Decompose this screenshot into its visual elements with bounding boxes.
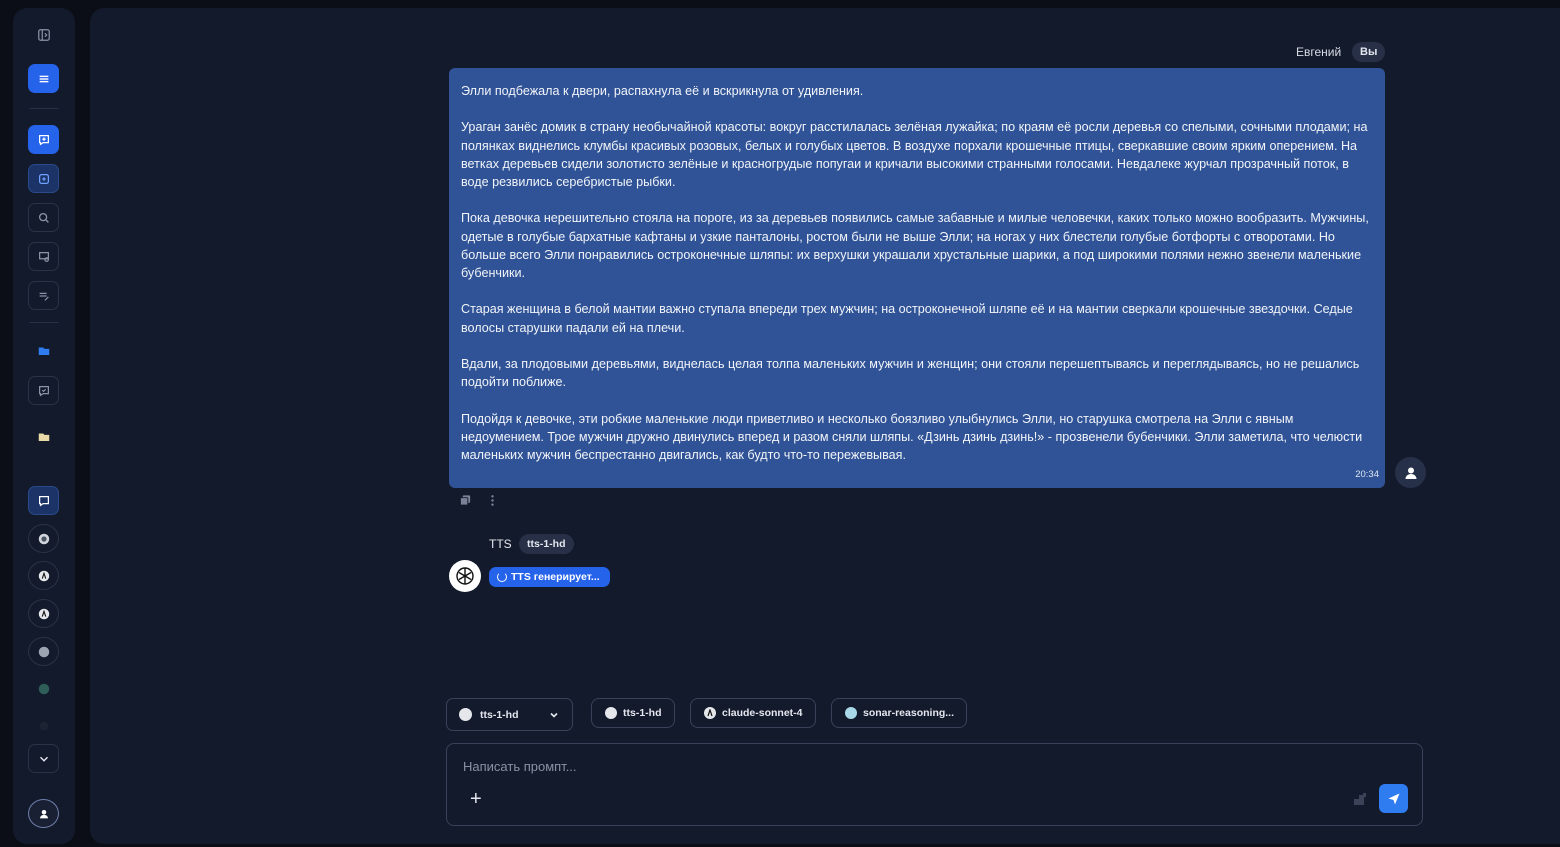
model-chip-sonar[interactable]: sonar-reasoning...	[831, 698, 968, 728]
menu-icon[interactable]	[28, 64, 59, 93]
prompts-icon[interactable]	[28, 281, 59, 310]
model-select-label: tts-1-hd	[480, 708, 519, 721]
openai-logo-icon	[459, 708, 472, 721]
chat-icon[interactable]	[28, 486, 59, 515]
status-text: TTS генерирует...	[511, 571, 600, 583]
model-avatar-icon[interactable]	[28, 524, 59, 553]
add-attachment-icon[interactable]: +	[470, 789, 482, 809]
anthropic-model-icon[interactable]	[28, 561, 59, 590]
anthropic-logo-icon	[704, 707, 716, 719]
message-paragraph: Вдали, за плодовыми деревьями, виднелась…	[461, 356, 1360, 390]
send-button[interactable]	[1379, 784, 1408, 813]
sidebar-divider	[29, 322, 59, 323]
message-paragraph: Элли подбежала к двери, распахнула её и …	[461, 84, 864, 98]
anthropic-model-icon[interactable]	[28, 599, 59, 628]
more-options-icon[interactable]	[486, 494, 499, 507]
model-avatar-icon[interactable]	[28, 637, 59, 666]
folder-icon[interactable]	[28, 422, 59, 451]
user-avatar-icon	[1395, 457, 1426, 488]
model-avatar-icon[interactable]	[28, 674, 59, 703]
chevron-down-icon[interactable]	[28, 744, 59, 773]
chat-folder-icon[interactable]	[28, 376, 59, 405]
prompt-composer: +	[446, 743, 1423, 826]
you-badge: Вы	[1352, 42, 1386, 62]
model-chip-tts[interactable]: tts-1-hd	[591, 698, 675, 728]
user-name: Евгений	[1296, 45, 1342, 59]
bot-model-badge: tts-1-hd	[519, 534, 574, 554]
model-select[interactable]: tts-1-hd	[446, 698, 573, 731]
sidebar-divider	[29, 108, 59, 109]
search-icon[interactable]	[28, 203, 59, 232]
folder-blue-icon[interactable]	[28, 336, 59, 365]
prompt-input[interactable]	[463, 756, 1263, 776]
chip-label: sonar-reasoning...	[863, 707, 955, 719]
user-avatar-icon[interactable]	[28, 799, 59, 828]
openai-logo-icon	[449, 560, 481, 592]
bot-name: TTS	[489, 537, 512, 551]
perplexity-logo-icon	[845, 707, 857, 719]
openai-logo-icon	[605, 707, 617, 719]
toggle-sidebar-icon[interactable]	[28, 20, 59, 49]
message-actions	[459, 494, 499, 507]
copy-icon[interactable]	[459, 494, 472, 507]
new-folder-icon[interactable]	[28, 164, 59, 193]
tts-generating-status: TTS генерирует...	[489, 567, 610, 587]
message-paragraph: Пока девочка нерешительно стояла на поро…	[461, 211, 1369, 280]
model-avatar-icon[interactable]	[28, 711, 59, 740]
message-time: 20:34	[1355, 469, 1379, 480]
model-chip-claude[interactable]: claude-sonnet-4	[690, 698, 816, 728]
message-paragraph: Ураган занёс домик в страну необычайной …	[461, 120, 1368, 189]
chat-area: Евгений Вы Элли подбежала к двери, распа…	[90, 8, 1560, 844]
user-message-bubble: Элли подбежала к двери, распахнула её и …	[449, 68, 1385, 488]
chip-label: claude-sonnet-4	[722, 707, 803, 719]
chat-settings-icon[interactable]	[28, 242, 59, 271]
voice-icon[interactable]	[1352, 791, 1368, 807]
message-paragraph: Подойдя к девочке, эти робкие маленькие …	[461, 411, 1363, 462]
chevron-down-icon	[550, 712, 558, 718]
send-icon	[1388, 793, 1399, 804]
new-chat-icon[interactable]	[28, 125, 59, 154]
sidebar	[13, 8, 75, 844]
chip-label: tts-1-hd	[623, 707, 662, 719]
spinner-icon	[497, 572, 507, 582]
message-paragraph: Старая женщина в белой мантии важно ступ…	[461, 302, 1353, 335]
